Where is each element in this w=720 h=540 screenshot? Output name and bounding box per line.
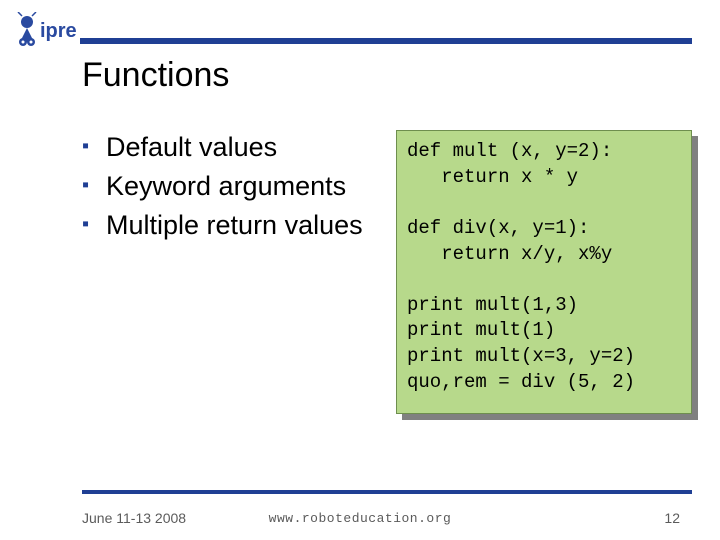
bullet-item: Keyword arguments [82, 169, 372, 204]
bullet-item: Multiple return values [82, 208, 372, 243]
slide-title: Functions [82, 56, 229, 95]
bullet-list: Default values Keyword arguments Multipl… [82, 130, 372, 414]
footer-page-number: 12 [664, 510, 680, 526]
code-block-content: def mult (x, y=2): return x * y def div(… [396, 130, 692, 414]
header-rule [80, 38, 692, 44]
slide-content: Default values Keyword arguments Multipl… [82, 130, 692, 414]
code-block: def mult (x, y=2): return x * y def div(… [396, 130, 692, 414]
bullet-text: Default values [106, 132, 277, 162]
footer-url: www.roboteducation.org [269, 511, 452, 526]
bullet-item: Default values [82, 130, 372, 165]
footer-rule [82, 490, 692, 494]
footer-date: June 11-13 2008 [82, 510, 186, 526]
bullet-text: Keyword arguments [106, 171, 346, 201]
logo-text: ipre [40, 20, 77, 42]
slide-footer: June 11-13 2008 www.roboteducation.org 1… [0, 510, 720, 526]
bullet-text: Multiple return values [106, 210, 363, 240]
ipre-logo: ipre [8, 12, 92, 51]
